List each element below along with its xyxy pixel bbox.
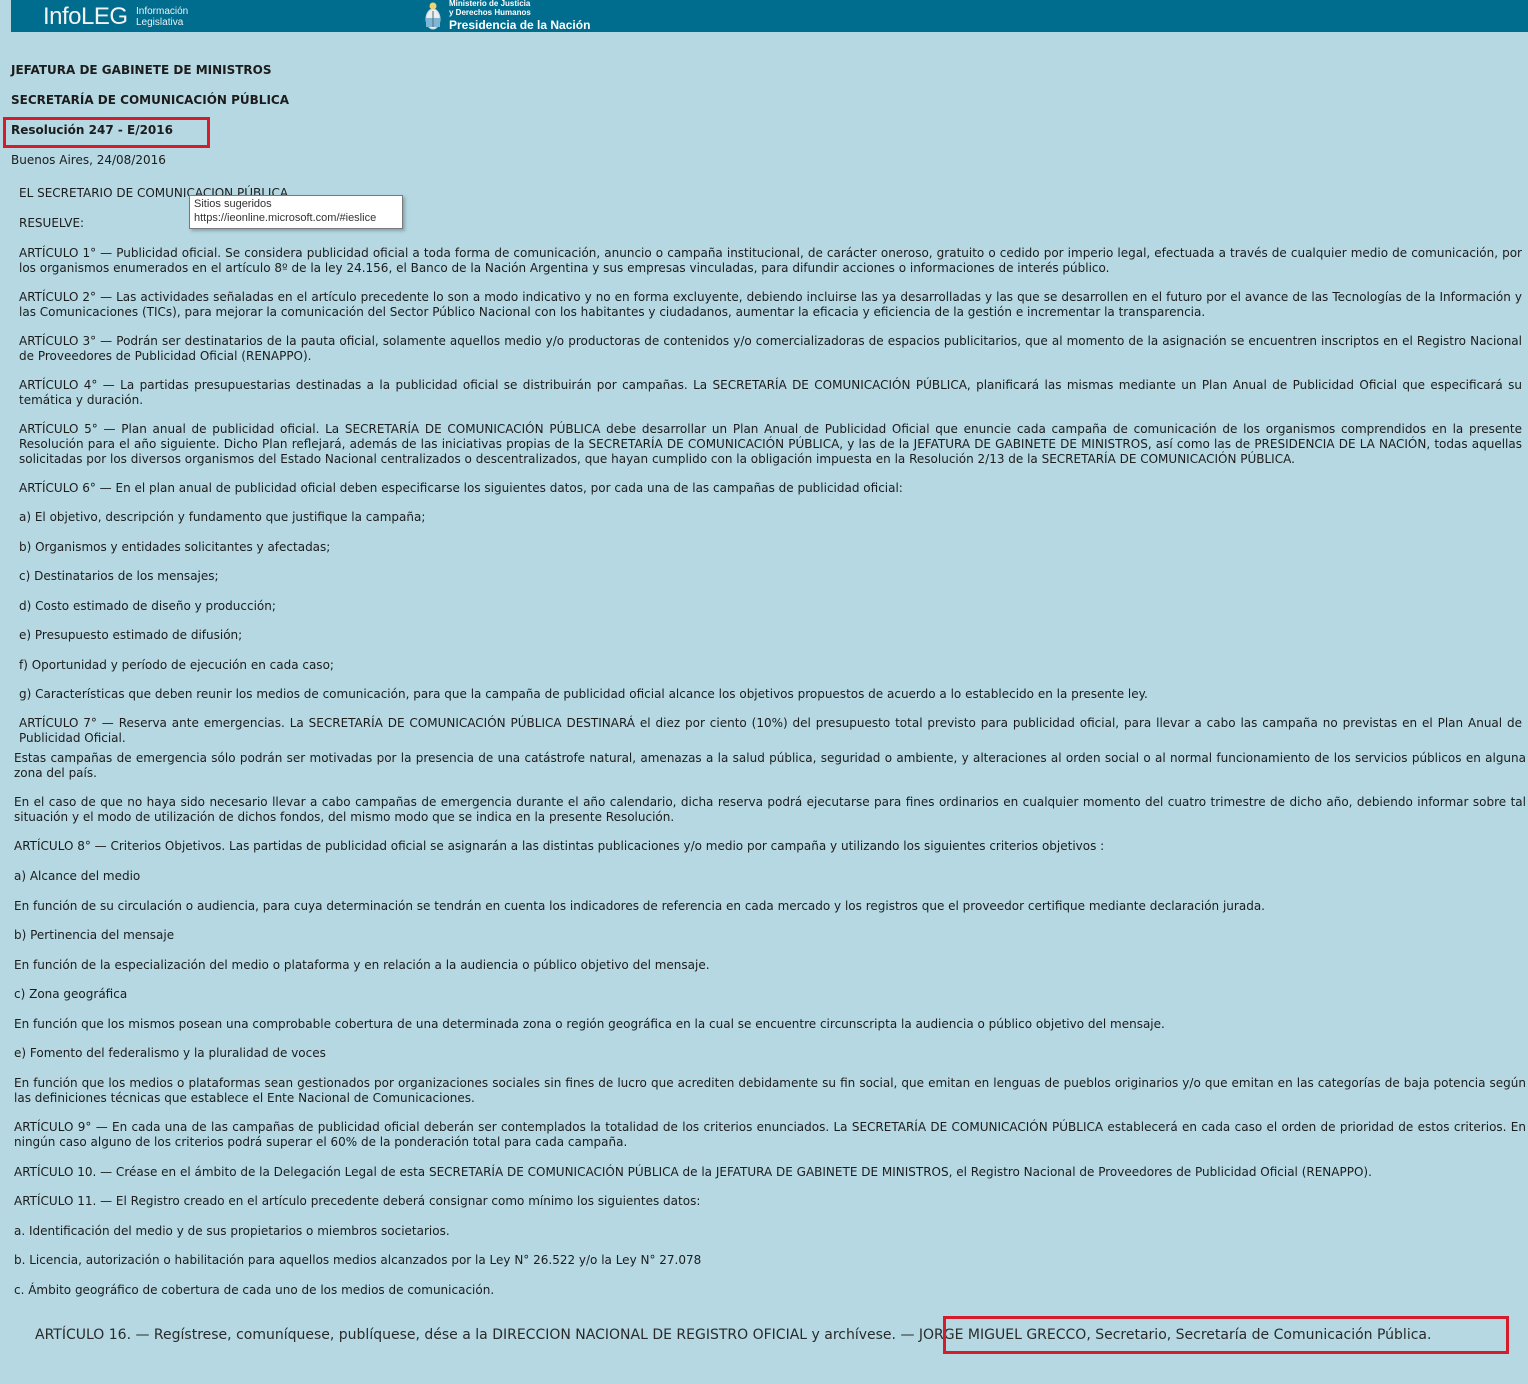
resuelve-label: RESUELVE:	[19, 216, 85, 230]
list-item: g) Características que deben reunir los …	[19, 687, 1148, 701]
criterion-text: En función que los mismos posean una com…	[14, 1017, 1165, 1031]
header-banner: InfoLEG Información Legislativa Minister…	[11, 0, 1528, 32]
logo-subtitle: Información Legislativa	[136, 6, 188, 28]
article-4: ARTÍCULO 4° — La partidas presupuestaria…	[19, 378, 1522, 407]
tooltip-url: https://ieonline.microsoft.com/#ieslice	[194, 212, 377, 224]
criterion-heading: e) Fomento del federalismo y la pluralid…	[14, 1046, 326, 1060]
logo-main-text: InfoLEG	[43, 3, 128, 30]
list-item: a. Identificación del medio y de sus pro…	[14, 1224, 450, 1238]
list-item: c. Ámbito geográfico de cobertura de cad…	[14, 1283, 495, 1297]
criterion-text: En función de su circulación o audiencia…	[14, 899, 1265, 913]
org-title-2: SECRETARÍA DE COMUNICACIÓN PÚBLICA	[11, 93, 290, 107]
place-date: Buenos Aires, 24/08/2016	[11, 153, 166, 167]
list-item: d) Costo estimado de diseño y producción…	[19, 599, 276, 613]
ministry-line-2: y Derechos Humanos	[449, 8, 531, 17]
ministry-line-1: Ministerio de Justicia	[449, 0, 531, 8]
article-7: ARTÍCULO 7° — Reserva ante emergencias. …	[19, 716, 1522, 745]
article-2: ARTÍCULO 2° — Las actividades señaladas …	[19, 290, 1522, 319]
article-1: ARTÍCULO 1° — Publicidad oficial. Se con…	[19, 246, 1522, 275]
criterion-heading: a) Alcance del medio	[14, 869, 141, 883]
article-11: ARTÍCULO 11. — El Registro creado en el …	[14, 1194, 701, 1208]
article-5: ARTÍCULO 5° — Plan anual de publicidad o…	[19, 422, 1522, 466]
article-7-paragraph-3: En el caso de que no haya sido necesario…	[14, 795, 1526, 824]
article-9: ARTÍCULO 9° — En cada una de las campaña…	[14, 1120, 1526, 1149]
criterion-heading: b) Pertinencia del mensaje	[14, 928, 175, 942]
list-item: e) Presupuesto estimado de difusión;	[19, 628, 243, 642]
article-10: ARTÍCULO 10. — Créase en el ámbito de la…	[14, 1165, 1372, 1179]
logo-subtitle-line-2: Legislativa	[136, 17, 184, 28]
criterion-text: En función que los medios o plataformas …	[14, 1076, 1526, 1105]
criterion-text: En función de la especialización del med…	[14, 958, 710, 972]
article-16-text: ARTÍCULO 16. — Regístrese, comuníquese, …	[35, 1327, 915, 1343]
list-item: b. Licencia, autorización o habilitación…	[14, 1253, 702, 1267]
ministry-line-3: Presidencia de la Nación	[449, 18, 591, 32]
tooltip-title: Sitios sugeridos	[194, 198, 272, 210]
article-7-paragraph-2: Estas campañas de emergencia sólo podrán…	[14, 751, 1526, 780]
signature-highlight-box	[943, 1316, 1509, 1354]
resolution-highlight-box	[3, 117, 210, 148]
list-item: c) Destinatarios de los mensajes;	[19, 569, 219, 583]
logo-subtitle-line-1: Información	[136, 6, 189, 17]
ministry-label[interactable]: Ministerio de Justicia y Derechos Humano…	[449, 0, 590, 32]
coat-of-arms-icon	[425, 2, 441, 30]
org-title-1: JEFATURA DE GABINETE DE MINISTROS	[11, 63, 272, 77]
suggested-sites-tooltip: Sitios sugeridos https://ieonline.micros…	[189, 195, 403, 229]
article-6: ARTÍCULO 6° — En el plan anual de public…	[19, 481, 903, 495]
article-3: ARTÍCULO 3° — Podrán ser destinatarios d…	[19, 334, 1522, 363]
list-item: a) El objetivo, descripción y fundamento…	[19, 510, 426, 524]
list-item: b) Organismos y entidades solicitantes y…	[19, 540, 331, 554]
list-item: f) Oportunidad y período de ejecución en…	[19, 658, 334, 672]
criterion-heading: c) Zona geográfica	[14, 987, 128, 1001]
article-8: ARTÍCULO 8° — Criterios Objetivos. Las p…	[14, 839, 1105, 853]
